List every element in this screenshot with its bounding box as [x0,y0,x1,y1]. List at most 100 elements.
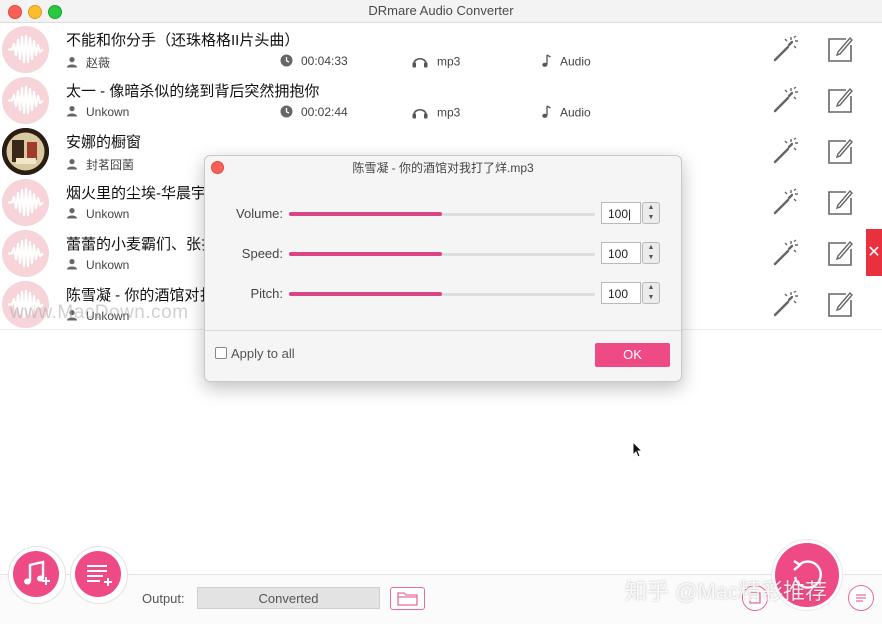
output-path-field[interactable]: Converted [197,587,380,609]
edit-icon[interactable] [826,137,854,165]
music-note-icon [540,54,552,71]
user-icon [66,207,78,222]
speed-label: Speed: [241,246,283,261]
close-icon: ✕ [867,244,881,261]
track-artist: Unkown [66,207,129,222]
dialog-title: 陈雪凝 - 你的酒馆对我打了烊.mp3 [352,161,534,175]
duration-value: 00:02:44 [301,105,348,120]
track-format: mp3 [411,54,460,71]
list-plus-icon [87,565,112,586]
output-label: Output: [142,591,185,606]
volume-slider[interactable] [289,212,595,216]
pitch-input[interactable]: 100 [601,282,641,304]
user-icon [66,56,78,71]
title-bar: DRmare Audio Converter [0,0,882,23]
artist-name: Unkown [86,105,130,119]
folder-icon [397,592,418,606]
volume-input[interactable]: 100| [601,202,641,224]
magic-wand-icon[interactable] [771,290,799,318]
speed-row: Speed: 100 ▲ ▼ [205,242,681,266]
apply-to-all-label: Apply to all [231,346,295,361]
window-title: DRmare Audio Converter [368,3,514,18]
magic-wand-icon[interactable] [771,35,799,63]
magic-wand-icon[interactable] [771,239,799,267]
edit-icon[interactable] [826,86,854,114]
chevron-down-icon[interactable]: ▼ [643,213,659,223]
watermark-macdown: www.MacDown.com [10,302,189,323]
speed-slider[interactable] [289,252,595,256]
artist-name: 封茗囧菌 [86,158,135,172]
artist-name: Unkown [86,258,130,272]
add-list-button[interactable] [75,551,121,597]
speed-slider-fill [289,252,442,256]
track-row[interactable]: 太一 - 像暗杀似的绕到背后突然拥抱你 Unkown 00:02:44 mp3 Audi… [0,74,882,126]
edit-icon[interactable] [826,188,854,216]
clock-icon [280,54,293,70]
magic-wand-icon[interactable] [771,137,799,165]
delete-track-button[interactable]: ✕ [866,229,882,276]
track-type: Audio [540,105,591,122]
volume-slider-fill [289,212,442,216]
apply-to-all-checkbox[interactable]: Apply to all [215,346,295,361]
headphones-icon [411,105,429,122]
pitch-slider-fill [289,292,442,296]
magic-wand-icon[interactable] [771,86,799,114]
track-title: 不能和你分手（还珠格格II片头曲） [66,32,300,49]
format-value: mp3 [437,105,461,120]
waveform-thumbnail [2,77,49,124]
edit-icon[interactable] [826,35,854,63]
track-artist: Unkown [66,258,129,273]
chevron-up-icon[interactable]: ▲ [643,203,659,213]
volume-row: Volume: 100| ▲ ▼ [205,202,681,226]
track-artist: 赵薇 [66,54,110,71]
pitch-row: Pitch: 100 ▲ ▼ [205,282,681,306]
magic-wand-icon[interactable] [771,188,799,216]
type-value: Audio [560,105,591,120]
clock-icon [280,105,293,121]
waveform-thumbnail [2,179,49,226]
pitch-slider[interactable] [289,292,595,296]
speed-input[interactable]: 100 [601,242,641,264]
music-note-plus-icon [24,560,50,585]
ok-button[interactable]: OK [595,343,670,367]
speed-stepper[interactable]: ▲ ▼ [642,242,660,264]
edit-icon[interactable] [826,239,854,267]
chevron-down-icon[interactable]: ▼ [643,253,659,263]
watermark-zhihu: 知乎 @Mac精彩推荐 [625,579,828,604]
settings-button[interactable] [848,585,874,611]
user-icon [66,158,78,173]
track-title: 太一 - 像暗杀似的绕到背后突然拥抱你 [66,83,320,100]
list-icon [856,594,866,602]
user-icon [66,105,78,120]
browse-folder-button[interactable] [390,587,425,610]
chevron-up-icon[interactable]: ▲ [643,243,659,253]
audio-settings-dialog: 陈雪凝 - 你的酒馆对我打了烊.mp3 Volume: 100| ▲ ▼ Spee… [204,155,682,382]
artist-name: 赵薇 [86,56,111,70]
volume-label: Volume: [236,206,283,221]
album-art-thumbnail [2,128,49,175]
user-icon [66,258,78,273]
type-value: Audio [560,54,591,69]
artist-name: Unkown [86,207,130,221]
track-format: mp3 [411,105,460,122]
track-title: 蕾蕾的小麦霸们、张扌 [66,236,217,253]
checkbox-box[interactable] [215,347,227,359]
volume-stepper[interactable]: ▲ ▼ [642,202,660,224]
pitch-stepper[interactable]: ▲ ▼ [642,282,660,304]
headphones-icon [411,54,429,71]
add-music-button[interactable] [13,551,59,597]
chevron-down-icon[interactable]: ▼ [643,293,659,303]
dialog-separator [205,330,681,331]
format-value: mp3 [437,54,461,69]
edit-icon[interactable] [826,290,854,318]
waveform-thumbnail [2,230,49,277]
track-title: 安娜的橱窗 [66,134,142,151]
duration-value: 00:04:33 [301,54,348,69]
chevron-up-icon[interactable]: ▲ [643,283,659,293]
track-duration: 00:04:33 [280,54,348,70]
track-row[interactable]: 不能和你分手（还珠格格II片头曲） 赵薇 00:04:33 mp3 Audio [0,23,882,75]
waveform-thumbnail [2,26,49,73]
pitch-label: Pitch: [250,286,283,301]
track-type: Audio [540,54,591,71]
mouse-cursor-icon [632,441,644,458]
